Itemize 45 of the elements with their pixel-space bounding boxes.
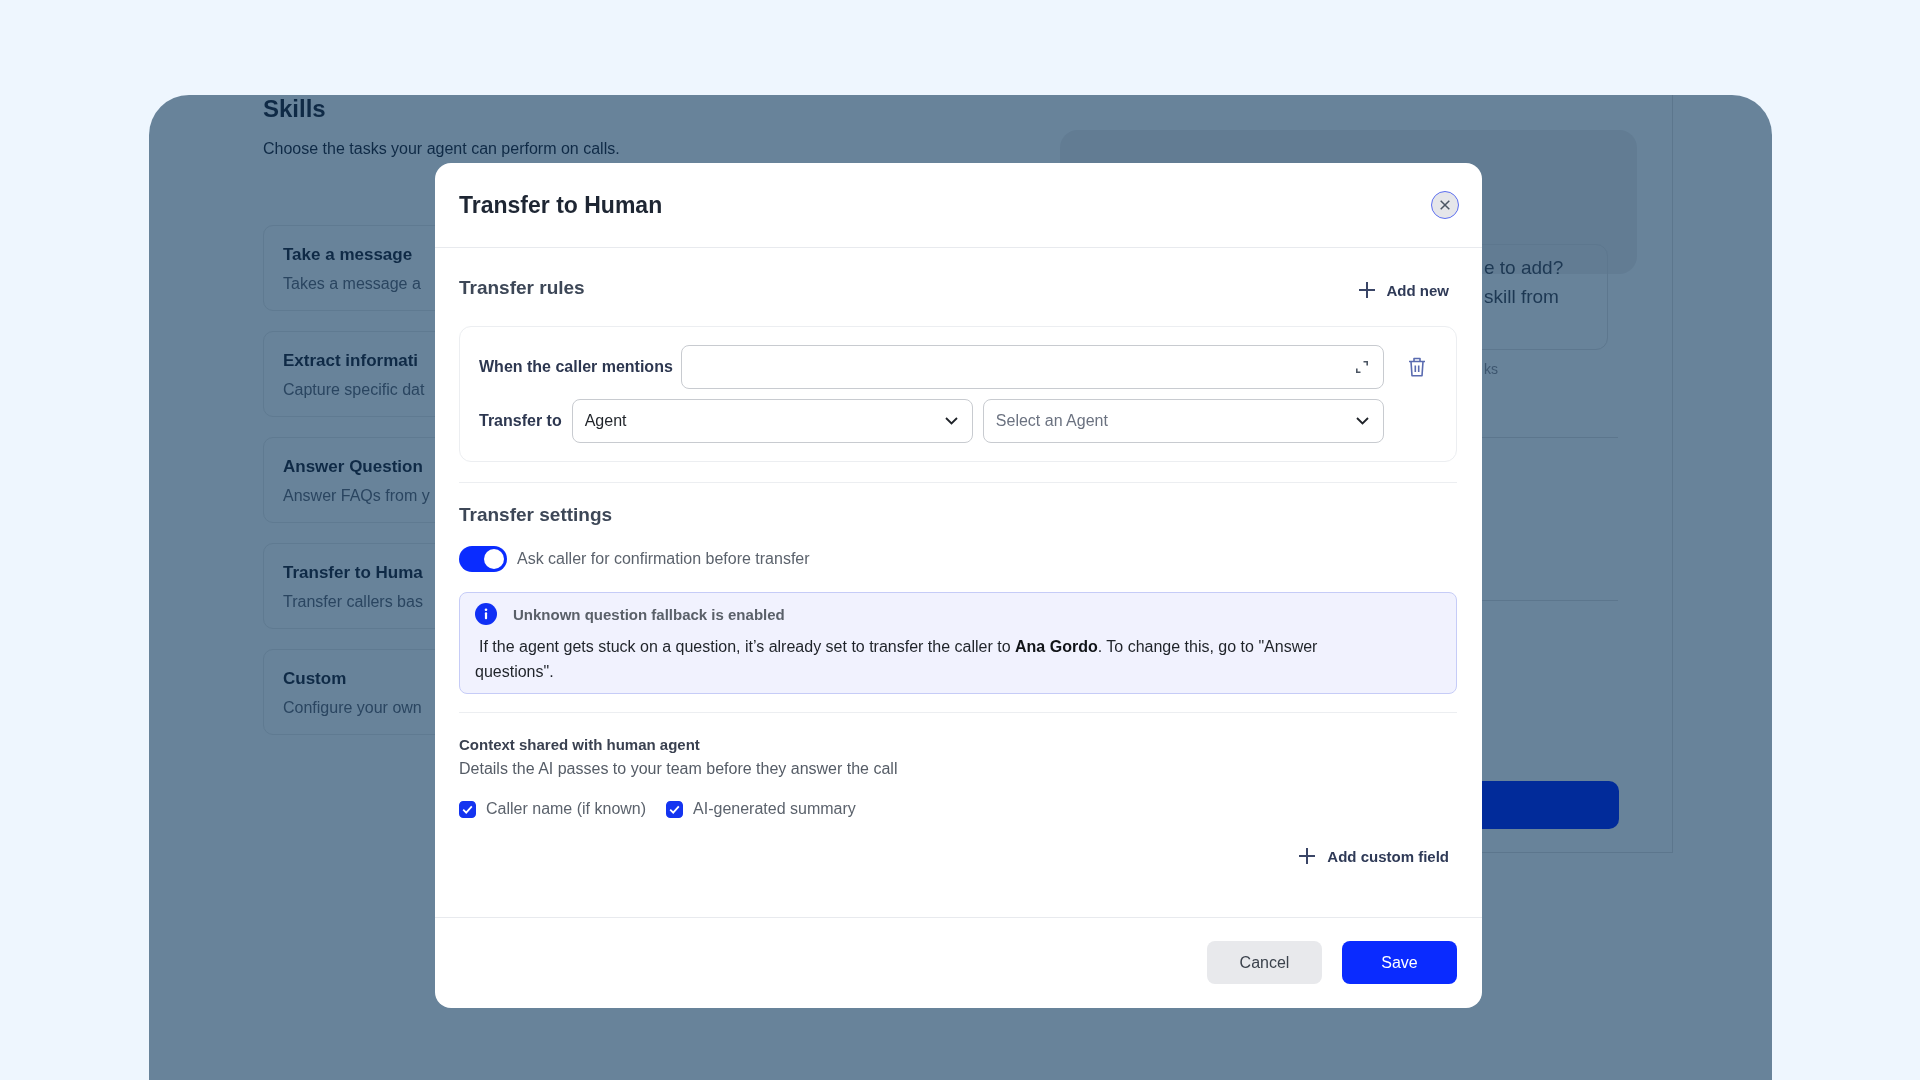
skill-description: Answer FAQs from y bbox=[283, 486, 430, 506]
chevron-down-icon bbox=[944, 417, 958, 425]
checkbox[interactable] bbox=[459, 800, 476, 818]
agent-select[interactable]: Select an Agent bbox=[982, 399, 1384, 443]
field-label: When the caller mentions bbox=[479, 358, 673, 376]
close-button[interactable] bbox=[1431, 191, 1459, 219]
trash-icon[interactable] bbox=[1408, 357, 1426, 377]
skill-description: Capture specific dat bbox=[283, 380, 425, 400]
save-button[interactable]: Save bbox=[1342, 941, 1457, 984]
checkbox-label: AI-generated summary bbox=[693, 800, 856, 818]
chevron-down-icon bbox=[1356, 417, 1369, 425]
checkbox[interactable] bbox=[666, 800, 684, 818]
keyword-input[interactable] bbox=[680, 345, 1384, 389]
banner-title: Unknown question fallback is enabled bbox=[513, 605, 785, 623]
skill-title: Transfer to Huma bbox=[283, 562, 423, 584]
skill-description: Configure your own bbox=[283, 698, 422, 718]
skill-description: Takes a message a bbox=[283, 274, 421, 294]
skill-title: Answer Question bbox=[283, 456, 423, 478]
plus-icon bbox=[1298, 847, 1317, 865]
skill-title: Custom bbox=[283, 668, 347, 690]
field-label: Transfer to bbox=[479, 412, 562, 430]
card-text: e to add? bbox=[1484, 256, 1564, 280]
toggle-label: Ask caller for confirmation before transfer bbox=[517, 550, 810, 568]
context-description: Details the AI passes to your team before they answer the call bbox=[459, 759, 898, 779]
section-heading: Transfer settings bbox=[459, 503, 613, 527]
context-heading: Context shared with human agent bbox=[459, 735, 700, 755]
close-icon bbox=[1440, 200, 1450, 210]
banner-text: If the agent gets stuck on a question, it’s already set to transfer the caller to Ana Gordo. To change this, go to "Answer questions". bbox=[475, 637, 1319, 682]
dialog-title: Transfer to Human bbox=[459, 191, 663, 219]
plus-icon bbox=[1357, 281, 1376, 299]
skill-title: Extract informati bbox=[283, 350, 419, 372]
skill-description: Transfer callers bas bbox=[283, 592, 423, 612]
add-custom-field-button[interactable]: Add custom field bbox=[1298, 843, 1457, 869]
cancel-button[interactable]: Cancel bbox=[1207, 941, 1322, 984]
add-new-button[interactable]: Add new bbox=[1357, 277, 1457, 303]
skill-title: Take a message bbox=[283, 244, 413, 266]
section-heading: Transfer rules bbox=[459, 276, 585, 300]
info-icon bbox=[475, 603, 497, 625]
toggle-switch[interactable] bbox=[459, 546, 507, 572]
page-title: Skills bbox=[263, 95, 326, 123]
expand-icon[interactable] bbox=[1356, 361, 1368, 373]
page-subtitle: Choose the tasks your agent can perform on calls. bbox=[263, 139, 620, 159]
target-type-select[interactable]: Agent bbox=[571, 399, 973, 443]
checkbox-label: Caller name (if known) bbox=[486, 800, 647, 818]
card-text: skill from bbox=[1484, 285, 1559, 309]
